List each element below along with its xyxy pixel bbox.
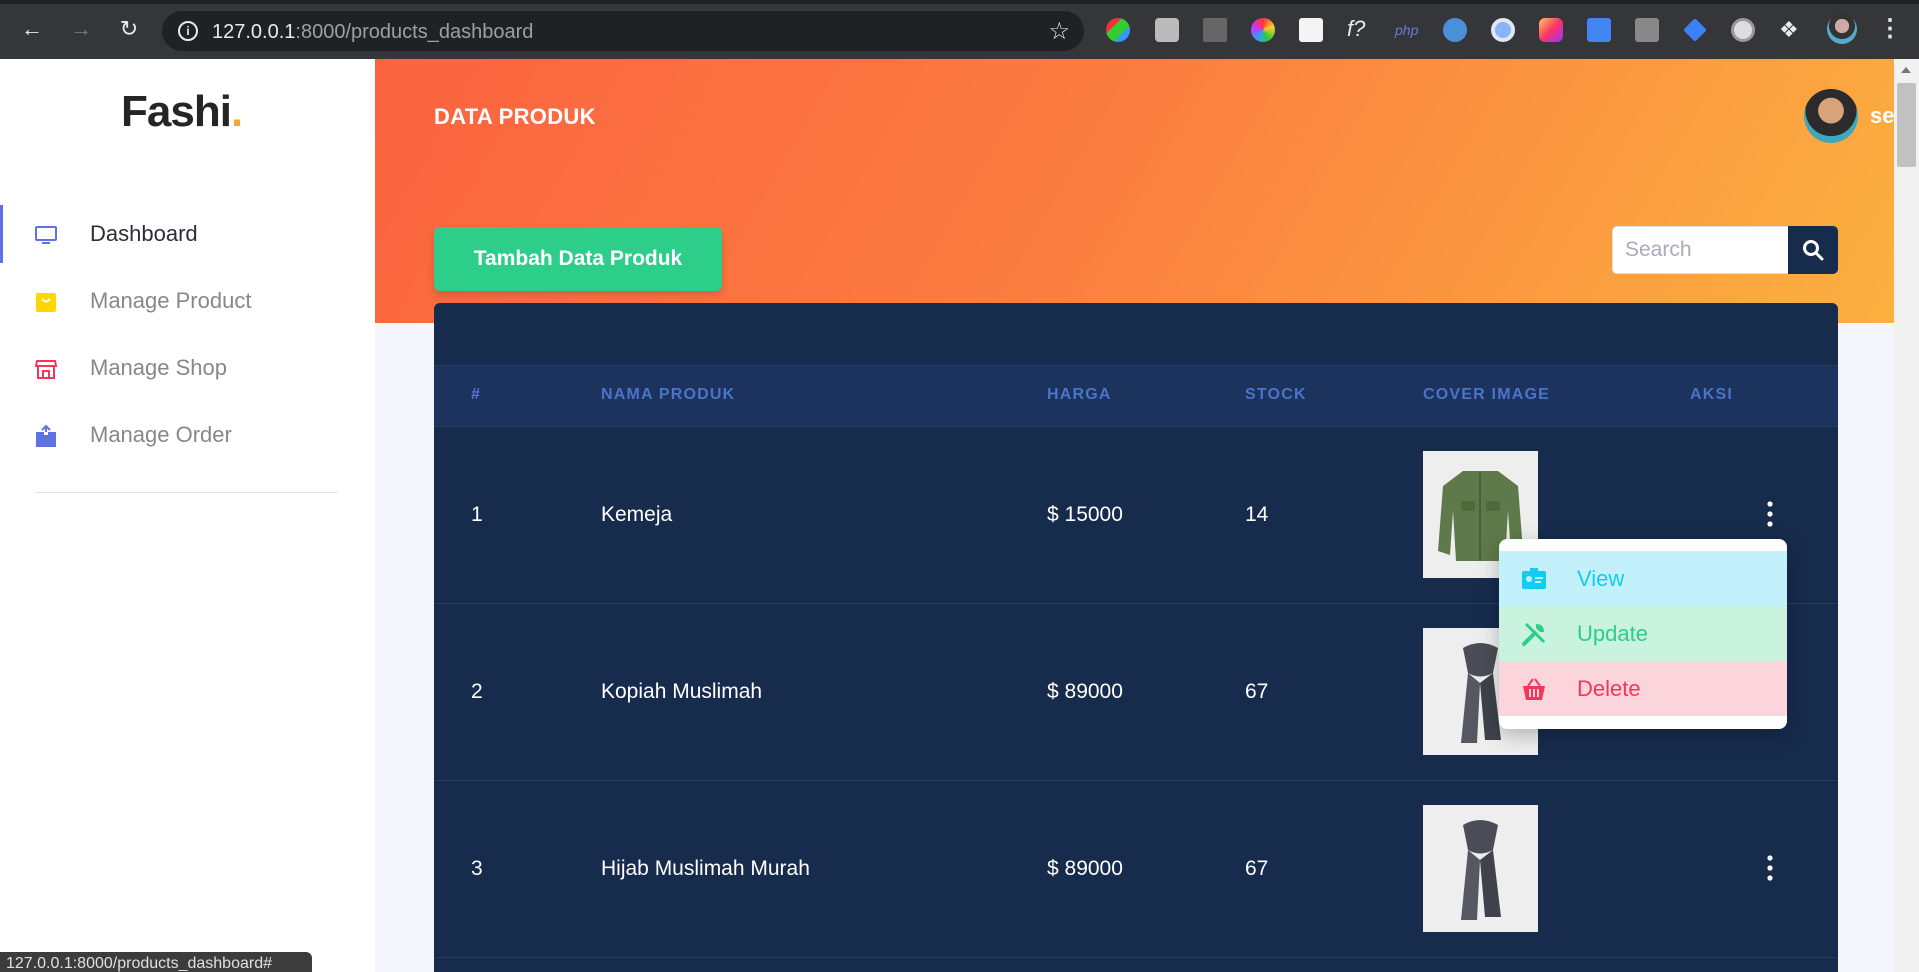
extension-copy-icon[interactable]: [1635, 18, 1659, 42]
product-stock: 67: [1245, 857, 1269, 880]
column-header-stock: STOCK: [1245, 386, 1307, 403]
page-scrollbar[interactable]: [1894, 59, 1919, 972]
instagram-extension-icon[interactable]: [1539, 18, 1563, 42]
product-stock: 67: [1245, 680, 1269, 703]
row-actions-kebab-icon[interactable]: [1761, 499, 1779, 529]
tools-icon: [1522, 622, 1546, 646]
scarf-image: [1423, 805, 1538, 932]
url-text[interactable]: 127.0.0.1:8000/products_dashboard: [212, 21, 533, 44]
extension-move-icon[interactable]: [1203, 18, 1227, 42]
product-price: $ 89000: [1047, 680, 1123, 703]
browser-menu-icon[interactable]: ⋮: [1878, 14, 1902, 43]
browser-toolbar: ← → ↻ i 127.0.0.1:8000/products_dashboar…: [0, 0, 1919, 59]
sidebar-item-dashboard[interactable]: Dashboard: [0, 205, 375, 263]
dropdown-item-label: View: [1577, 566, 1625, 591]
extension-globe-icon[interactable]: [1443, 18, 1467, 42]
forward-icon[interactable]: →: [66, 14, 96, 44]
search-icon: [1803, 240, 1824, 261]
scarf-illustration: [1461, 820, 1501, 920]
url-host: 127.0.0.1: [212, 21, 296, 43]
shop-icon: [34, 360, 58, 379]
dropdown-item-delete[interactable]: Delete: [1499, 661, 1787, 716]
extension-gear-icon[interactable]: [1155, 18, 1179, 42]
color-picker-extension-icon[interactable]: [1251, 18, 1275, 42]
monitor-icon: [35, 226, 57, 244]
dropdown-item-label: Delete: [1577, 676, 1641, 701]
back-icon[interactable]: ←: [17, 14, 47, 44]
link-status-bar: 127.0.0.1:8000/products_dashboard#: [0, 952, 312, 972]
column-header-actions: AKSI: [1690, 386, 1734, 403]
table-row: 3 Hijab Muslimah Murah $ 89000 67: [434, 781, 1838, 958]
avatar[interactable]: [1804, 89, 1858, 143]
sidebar-item-label: Manage Shop: [90, 355, 227, 380]
extension-ring-icon[interactable]: [1491, 18, 1515, 42]
search-button[interactable]: [1788, 226, 1838, 274]
sidebar: Fashi. Dashboard Manage Product Manage S…: [0, 59, 375, 972]
brand-name: Fashi: [121, 87, 232, 136]
scrollbar-thumb[interactable]: [1897, 83, 1916, 167]
dropdown-item-label: Update: [1577, 621, 1648, 646]
column-header-number: #: [471, 386, 482, 403]
extensions-puzzle-icon[interactable]: ❖: [1779, 18, 1803, 42]
shopping-bag-icon: [36, 293, 56, 312]
extension-circle-icon[interactable]: [1731, 18, 1755, 42]
column-header-price: HARGA: [1047, 386, 1112, 403]
php-extension-icon[interactable]: php: [1395, 18, 1419, 42]
profile-avatar[interactable]: [1827, 14, 1857, 44]
product-name: Hijab Muslimah Murah: [601, 857, 810, 880]
product-price: $ 89000: [1047, 857, 1123, 880]
tab-strip: [0, 0, 1919, 4]
translate-extension-icon[interactable]: [1587, 18, 1611, 42]
page-title: DATA PRODUK: [434, 104, 596, 129]
product-stock: 14: [1245, 503, 1269, 526]
basket-icon: [1523, 678, 1545, 700]
box-icon: [36, 424, 56, 447]
row-actions-kebab-icon[interactable]: [1761, 853, 1779, 883]
extension-icon[interactable]: [1106, 18, 1130, 42]
sidebar-item-manage-product[interactable]: Manage Product: [0, 272, 375, 330]
brand-logo[interactable]: Fashi.: [121, 87, 243, 137]
table-header: # NAMA PRODUK HARGA STOCK COVER IMAGE AK…: [434, 365, 1838, 427]
row-number: 3: [471, 857, 483, 880]
scroll-up-arrow-icon[interactable]: [1901, 67, 1911, 73]
sidebar-item-label: Manage Order: [90, 422, 232, 447]
formula-extension-icon[interactable]: f?: [1347, 18, 1371, 42]
extension-diamond-icon[interactable]: [1683, 18, 1707, 42]
product-price: $ 15000: [1047, 503, 1123, 526]
bookmark-star-icon[interactable]: ☆: [1048, 17, 1070, 46]
site-info-icon[interactable]: i: [178, 21, 198, 41]
row-number: 1: [471, 503, 483, 526]
search-input[interactable]: [1612, 226, 1790, 274]
address-bar[interactable]: i 127.0.0.1:8000/products_dashboard ☆: [162, 11, 1084, 51]
id-card-icon: [1522, 568, 1546, 589]
row-number: 2: [471, 680, 483, 703]
brand-dot: .: [230, 87, 243, 136]
column-header-name: NAMA PRODUK: [601, 386, 736, 403]
extension-doc-icon[interactable]: [1299, 18, 1323, 42]
reload-icon[interactable]: ↻: [114, 14, 144, 44]
sidebar-divider: [36, 492, 338, 493]
search-group: [1612, 226, 1838, 274]
product-name: Kopiah Muslimah: [601, 680, 763, 703]
product-name: Kemeja: [601, 503, 673, 526]
dropdown-item-update[interactable]: Update: [1499, 606, 1787, 661]
url-path: :8000/products_dashboard: [295, 21, 534, 43]
add-product-button[interactable]: Tambah Data Produk: [434, 227, 722, 291]
column-header-cover-image: COVER IMAGE: [1423, 386, 1550, 403]
dropdown-item-view[interactable]: View: [1499, 551, 1787, 606]
sidebar-item-label: Dashboard: [90, 221, 198, 246]
row-actions-dropdown: View Update Delete: [1499, 539, 1787, 729]
sidebar-item-manage-order[interactable]: Manage Order: [0, 406, 375, 464]
sidebar-item-label: Manage Product: [90, 288, 252, 313]
sidebar-item-manage-shop[interactable]: Manage Shop: [0, 339, 375, 397]
